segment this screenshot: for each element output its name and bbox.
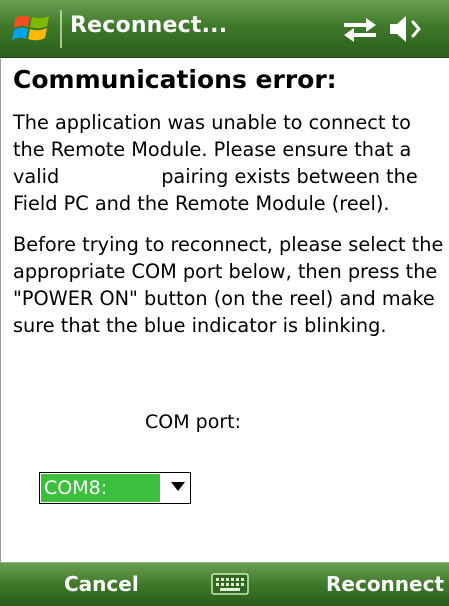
message-line: The application was unable to connect to [13, 111, 411, 134]
message-fragment: pairing exists between the [161, 165, 418, 188]
com-port-selected-value[interactable]: COM8: [41, 474, 160, 502]
reconnect-button[interactable]: Reconnect [326, 572, 444, 596]
com-port-dropdown[interactable]: COM8: [39, 472, 191, 504]
error-message-paragraph: The application was unable to connect to… [13, 109, 449, 217]
instruction-line: sure that the blue indicator is blinking… [13, 314, 387, 337]
message-fragment: valid [13, 165, 60, 188]
speaker-muted-icon[interactable] [386, 13, 424, 45]
windows-start-icon[interactable] [12, 10, 52, 48]
soft-key-bar: Cancel Reconnect [0, 562, 449, 606]
dropdown-arrow-icon[interactable] [171, 482, 185, 492]
error-heading: Communications error: [13, 65, 337, 94]
connectivity-arrows-icon[interactable] [342, 14, 378, 44]
message-line: Field PC and the Remote Module (reel). [13, 192, 390, 215]
title-bar: Reconnect... [0, 0, 449, 58]
dialog-content: Communications error: The application wa… [0, 59, 449, 562]
window-title: Reconnect... [70, 13, 228, 38]
cancel-button[interactable]: Cancel [64, 572, 139, 596]
instruction-line: appropriate COM port below, then press t… [13, 260, 438, 283]
instruction-line: "POWER ON" button (on the reel) and make [13, 287, 435, 310]
instruction-paragraph: Before trying to reconnect, please selec… [13, 231, 449, 339]
message-line: the Remote Module. Please ensure that a [13, 138, 412, 161]
message-line: valid pairing exists between the [13, 163, 449, 190]
title-separator [60, 10, 62, 48]
instruction-line: Before trying to reconnect, please selec… [13, 233, 444, 256]
com-port-label: COM port: [145, 411, 242, 433]
keyboard-icon[interactable] [211, 573, 249, 595]
